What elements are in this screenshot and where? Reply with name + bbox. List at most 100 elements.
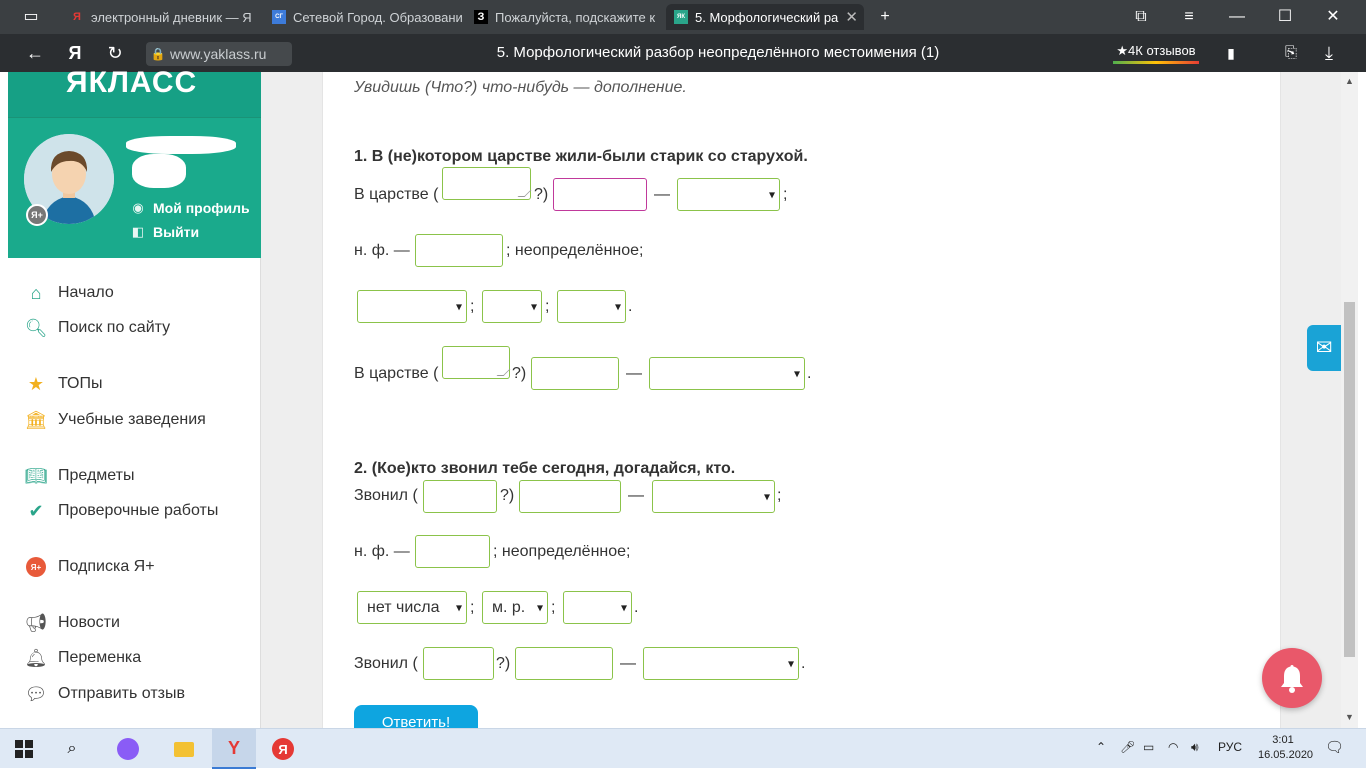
alice-icon[interactable] [116,737,140,761]
new-tab-icon[interactable]: + [874,6,896,28]
scroll-up-icon[interactable]: ▲ [1345,76,1354,86]
yaklass-logo[interactable]: ЯКЛАСС [66,66,197,100]
menu-icon[interactable]: ≡ [1178,6,1200,28]
sidebar-item-break[interactable]: 🔔︎ Переменка [24,646,142,670]
task2-word-input[interactable] [519,480,621,513]
network-city-favicon-icon: СГ [272,10,286,24]
task1-question-input[interactable] [442,167,531,200]
file-explorer-icon[interactable] [172,737,196,761]
notifications-icon[interactable]: 🗨︎ [1325,738,1344,756]
scroll-thumb[interactable] [1344,302,1355,657]
logout-link[interactable]: ◧ Выйти [130,224,199,240]
task2-role-select[interactable] [643,647,799,680]
plus-badge-icon: Я+ [24,555,48,579]
tab-label: Пожалуйста, подскажите к [495,9,656,25]
task1-number-select[interactable] [357,290,467,323]
intro-text: Увидишь (Что?) что-нибудь — дополнение. [354,79,687,96]
window-edge [1358,72,1366,728]
sidebar-item-search[interactable]: 🔍︎ Поиск по сайту [24,316,171,340]
sidebar-item-label: Подписка Я+ [58,558,155,575]
sidebar-item-label: Учебные заведения [58,411,206,428]
search-icon[interactable]: ⌕ [60,737,84,761]
scroll-down-icon[interactable]: ▼ [1345,712,1354,722]
tray-chevron-icon[interactable]: ⌃ [1096,740,1106,754]
reload-icon[interactable]: ↻ [104,42,126,64]
sidebar-item-subjects[interactable]: 📖︎ Предметы [24,464,135,488]
page-title: 5. Морфологический разбор неопределённог… [496,44,940,61]
dot: . [807,365,812,382]
task1-role-word-input[interactable] [531,357,619,390]
sidebar-item-institutions[interactable]: 🏛︎ Учебные заведения [24,408,206,432]
yandex-home-icon[interactable]: Я [64,42,86,64]
page-scrollbar[interactable]: ▲ ▼ [1341,72,1358,728]
clock[interactable]: 3:01 16.05.2020 [1258,733,1313,763]
tab-znanija[interactable]: З Пожалуйста, подскажите к [466,4,662,30]
redacted-name [126,136,236,154]
close-tab-icon[interactable]: ✕ [845,8,858,26]
task2-role-question-input[interactable] [423,647,494,680]
task2-initial-form-input[interactable] [415,535,490,568]
download-icon[interactable]: ⤓ [1318,42,1340,64]
task2-number-select[interactable]: нет числа [357,591,467,624]
sidebar-item-label: Переменка [58,649,142,666]
task1-row1-question: ?) [534,186,549,203]
logo-strip: ЯКЛАСС [8,66,261,118]
task2-nf-suffix: ; неопределённое; [493,543,631,560]
battery-icon[interactable]: ▭ [1143,740,1154,754]
yandex-browser-taskbar-icon[interactable]: Y [212,729,256,769]
task2-part-select[interactable] [652,480,775,513]
sidebar-item-news[interactable]: 📢︎ Новости [24,611,120,635]
mail-icon[interactable]: ✉ [1307,325,1341,371]
search-icon: 🔍︎ [24,317,48,338]
bookmark-icon[interactable]: ▮ [1220,42,1242,64]
dash: — [626,365,642,382]
sidebar-item-tops[interactable]: ★ ТОПы [24,372,103,396]
tab-label: электронный дневник — Я [91,9,252,25]
tab-diary[interactable]: Я электронный дневник — Я [62,4,260,30]
sidebar-item-label: ТОПы [58,375,103,392]
logout-label: Выйти [153,224,200,240]
book-icon: 📖︎ [24,465,48,486]
sidebar-item-tests[interactable]: ✔ Проверочные работы [24,499,218,523]
tab-yaklass[interactable]: ЯК 5. Морфологический ра ✕ [666,4,864,30]
wifi-icon[interactable]: ◠ [1168,740,1178,754]
star-icon: ★ [27,373,45,394]
tab-network-city[interactable]: СГ Сетевой Город. Образовани [264,4,462,30]
sidebar-toggle-icon[interactable]: ▭ [20,6,42,28]
minimize-icon[interactable]: — [1226,6,1248,28]
sidebar-item-label: Предметы [58,467,135,484]
task1-gender-select[interactable] [482,290,542,323]
task2-question-input[interactable] [423,480,497,513]
close-window-icon[interactable]: ✕ [1322,6,1344,28]
maximize-icon[interactable]: ☐ [1274,6,1296,28]
reviews-badge[interactable]: ★4К отзывов [1113,42,1199,64]
sidebar-item-home[interactable]: ⌂ Начало [24,281,114,305]
back-icon[interactable]: ← [24,42,46,64]
extension-icon[interactable]: ⎘ [1280,42,1302,64]
task1-initial-form-input[interactable] [415,234,503,267]
my-profile-link[interactable]: ◉ Мой профиль [130,200,249,216]
task1-part-select[interactable] [677,178,780,211]
windows-start-icon[interactable] [12,737,36,761]
sidebar-item-label: Начало [58,284,114,301]
bookmarks-icon[interactable]: ⧉ [1130,6,1152,28]
task1-role-select[interactable] [649,357,805,390]
sidebar-item-feedback[interactable]: 💬︎ Отправить отзыв [24,682,185,706]
task2-gender-select[interactable]: м. р. [482,591,548,624]
language-indicator[interactable]: РУС [1218,740,1242,754]
semicolon: ; [783,186,788,203]
yandex-app-icon[interactable]: Я [271,737,295,761]
sidebar-item-subscription[interactable]: Я+ Подписка Я+ [24,555,155,579]
task2-case-select[interactable] [563,591,632,624]
notification-bell-icon[interactable] [1262,648,1322,708]
volume-icon[interactable]: 🔊︎ [1191,740,1199,755]
clock-time: 3:01 [1272,734,1294,746]
task1-word-input[interactable] [553,178,647,211]
separator: ; [470,599,475,616]
task2-role-word-input[interactable] [515,647,613,680]
microphone-icon[interactable]: 🎤︎ [1120,740,1135,754]
task1-case-select[interactable] [557,290,626,323]
task1-nf-prefix: н. ф. — [354,242,410,259]
url-field[interactable]: 🔒 www.yaklass.ru [146,42,292,66]
task1-role-question-input[interactable] [442,346,510,379]
